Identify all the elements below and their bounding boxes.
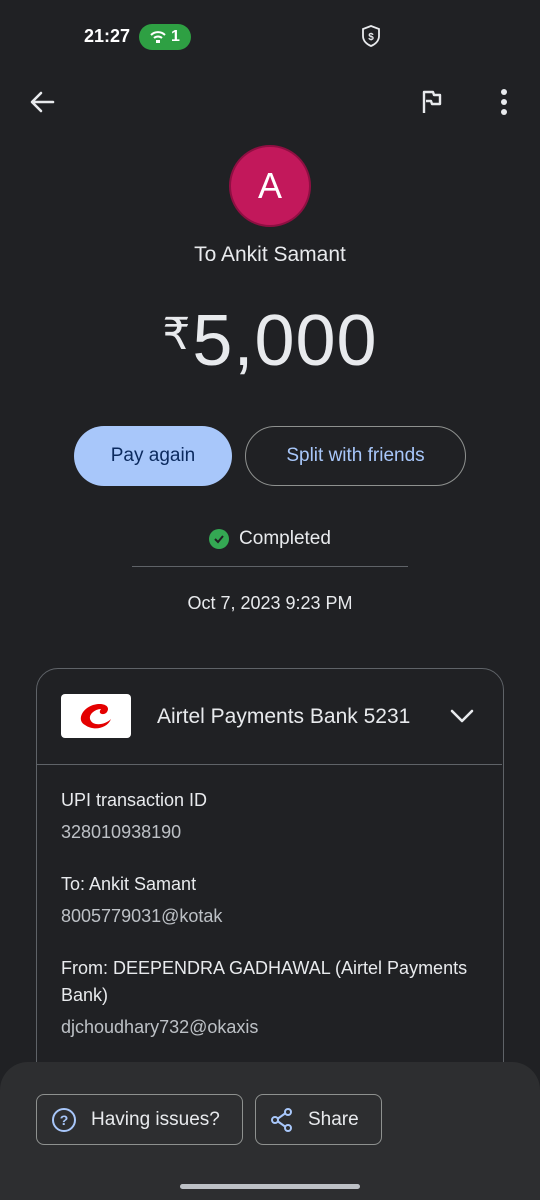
status-time: 21:27 — [84, 26, 131, 46]
hotspot-indicator[interactable]: 1 — [139, 24, 191, 50]
pay-again-button[interactable]: Pay again — [74, 426, 232, 486]
to-upi-value: 8005779031@kotak — [61, 906, 223, 926]
check-circle-icon — [209, 529, 230, 549]
to-section: To: Ankit Samant 8005779031@kotak — [61, 871, 481, 927]
share-button[interactable]: Share — [255, 1094, 382, 1145]
more-options-button[interactable] — [482, 80, 526, 124]
back-arrow-icon — [30, 91, 55, 113]
transaction-details-card: Airtel Payments Bank 5231 UPI transactio… — [36, 668, 504, 1128]
svg-text:?: ? — [60, 1112, 69, 1128]
status-text: Completed — [239, 528, 331, 549]
having-issues-button[interactable]: ? Having issues? — [36, 1094, 243, 1145]
having-issues-label: Having issues? — [91, 1108, 220, 1130]
amount: ₹5,000 — [0, 300, 540, 382]
shield-icon: $ — [362, 25, 380, 47]
from-label: From: DEEPENDRA GADHAWAL (Airtel Payment… — [61, 958, 468, 1005]
more-vert-icon — [501, 89, 507, 115]
transaction-datetime: Oct 7, 2023 9:23 PM — [187, 593, 353, 613]
from-upi-value: djchoudhary732@okaxis — [61, 1017, 259, 1037]
home-indicator[interactable] — [180, 1184, 360, 1189]
share-label: Share — [308, 1108, 359, 1130]
bottom-action-bar: ? Having issues? Share — [0, 1062, 540, 1200]
hotspot-count: 1 — [171, 28, 180, 45]
flag-icon — [422, 90, 442, 113]
split-with-friends-button[interactable]: Split with friends — [245, 426, 466, 486]
hotspot-icon — [150, 31, 166, 43]
svg-text:$: $ — [368, 32, 374, 43]
currency-symbol: ₹ — [162, 310, 191, 359]
airtel-logo-icon — [61, 694, 131, 738]
status-bar: 21:27 1 $ — [0, 0, 540, 72]
recipient-title: To Ankit Samant — [194, 243, 346, 266]
chevron-down-icon[interactable] — [447, 701, 477, 731]
help-icon: ? — [52, 1107, 76, 1132]
upi-transaction-id-section: UPI transaction ID 328010938190 — [61, 787, 481, 843]
back-button[interactable] — [20, 80, 64, 124]
avatar: A — [229, 145, 311, 227]
bank-account-row[interactable]: Airtel Payments Bank 5231 — [37, 669, 502, 765]
amount-value: 5,000 — [192, 301, 378, 381]
status-row: Completed — [0, 528, 540, 550]
to-label: To: Ankit Samant — [61, 874, 197, 894]
report-flag-button[interactable] — [410, 80, 454, 124]
share-icon — [271, 1107, 292, 1132]
bank-name: Airtel Payments Bank 5231 — [157, 705, 411, 728]
divider — [132, 566, 408, 567]
from-section: From: DEEPENDRA GADHAWAL (Airtel Payment… — [61, 955, 481, 1038]
upi-id-label: UPI transaction ID — [61, 790, 208, 810]
upi-id-value[interactable]: 328010938190 — [61, 822, 481, 843]
